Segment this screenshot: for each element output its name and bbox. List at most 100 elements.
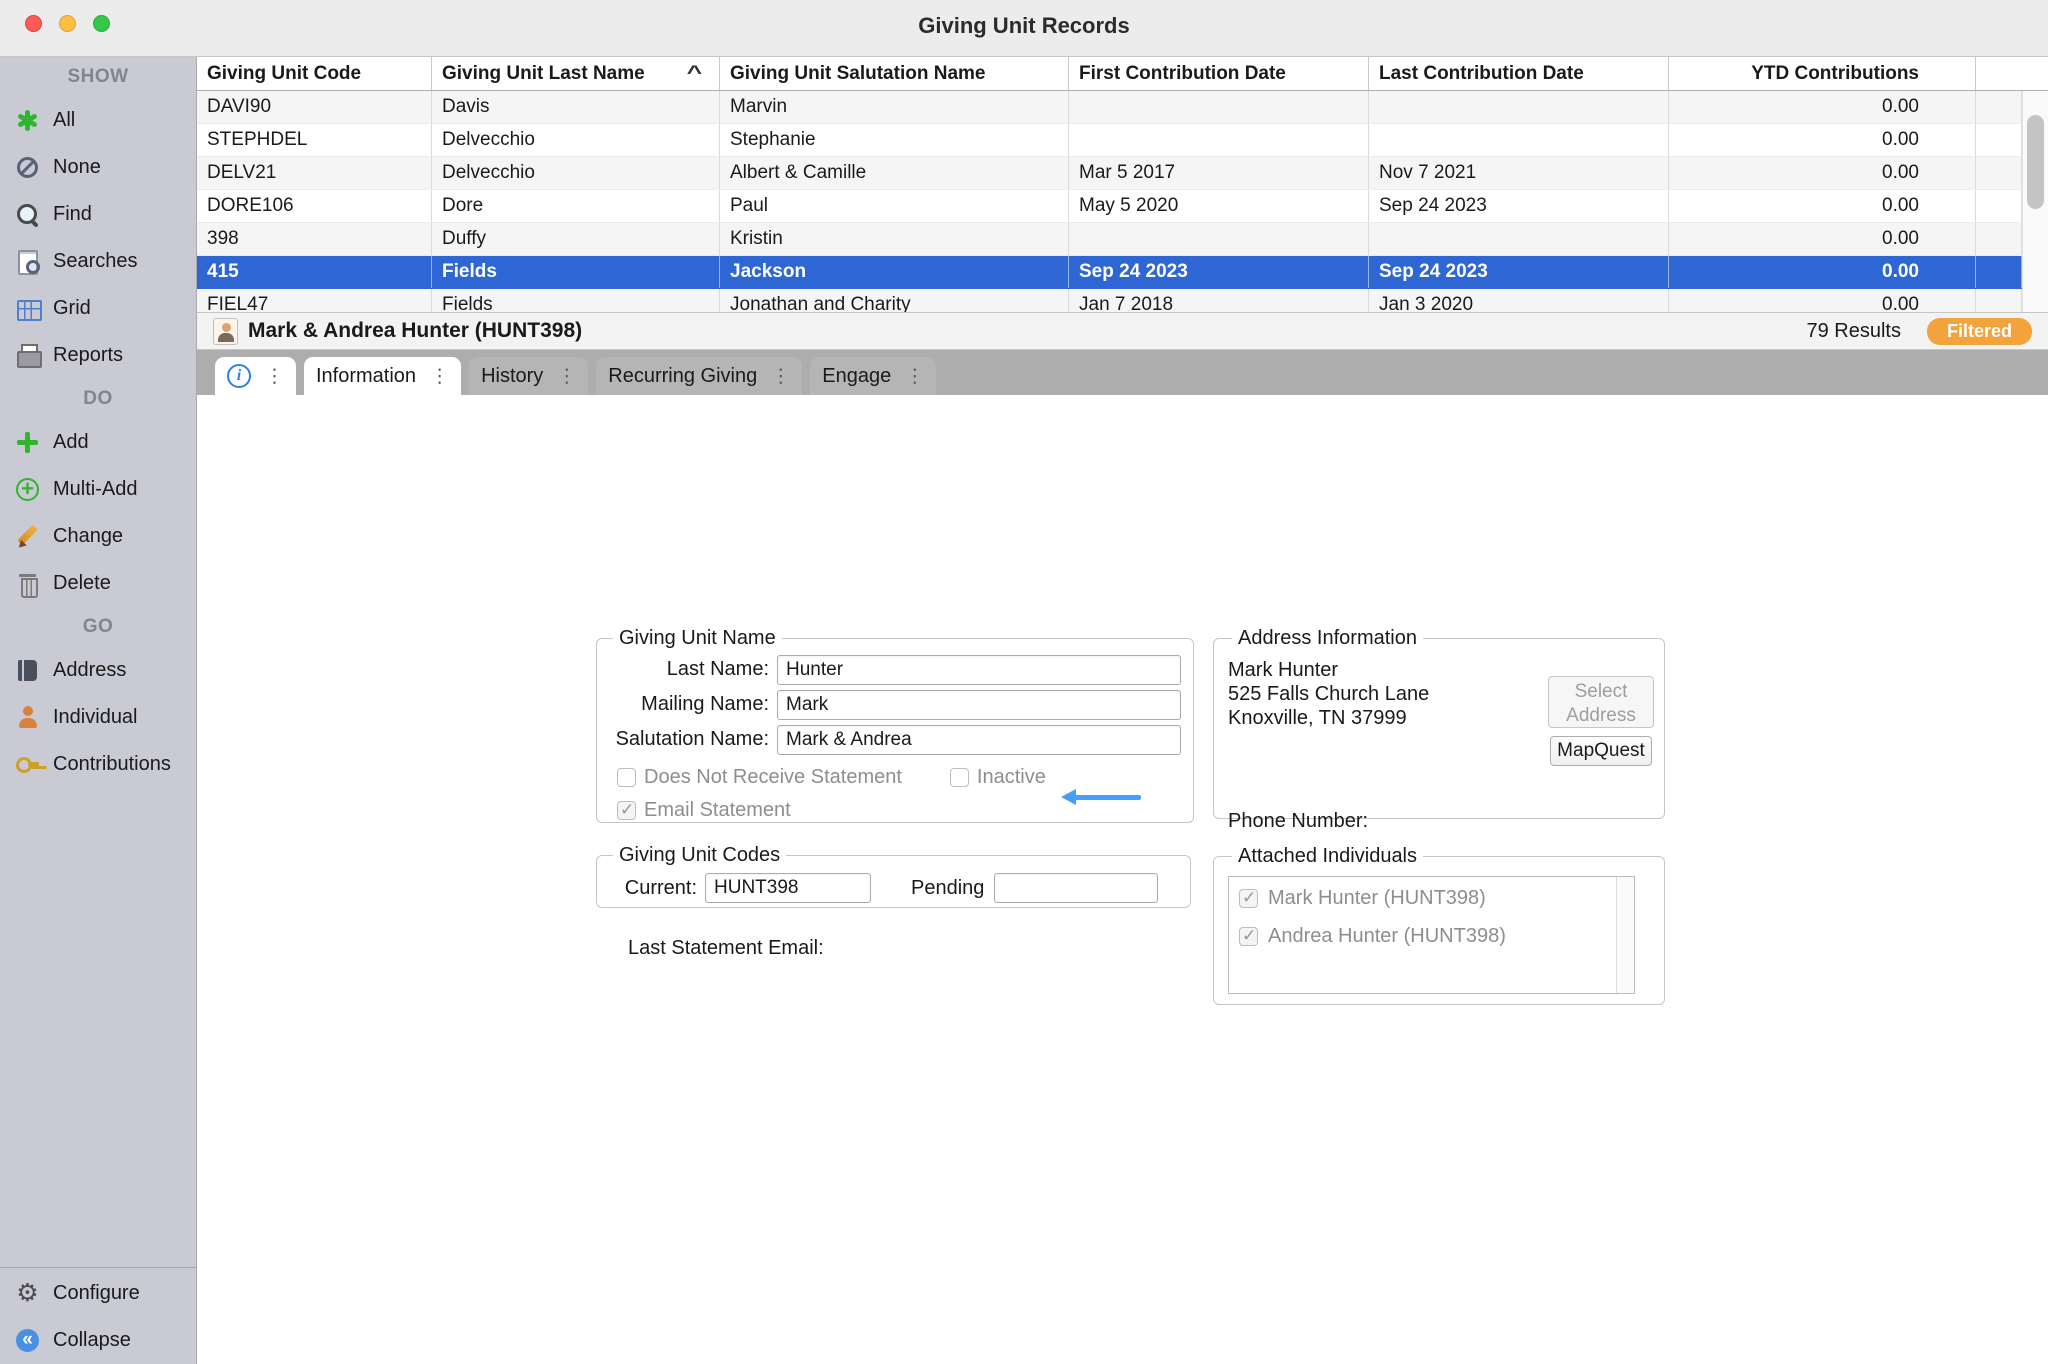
sidebar-item-label: Find bbox=[53, 203, 92, 226]
cell-filler bbox=[1976, 223, 2022, 255]
table-row[interactable]: STEPHDEL Delvecchio Stephanie 0.00 bbox=[197, 124, 2022, 157]
address-book-icon bbox=[15, 658, 40, 683]
sidebar-item-configure[interactable]: Configure bbox=[0, 1270, 196, 1317]
column-label: First Contribution Date bbox=[1079, 63, 1286, 85]
table-row[interactable]: FIEL47 Fields Jonathan and Charity Jan 7… bbox=[197, 289, 2022, 312]
sidebar-item-label: Multi-Add bbox=[53, 478, 137, 501]
column-header-giving-unit-last-name[interactable]: Giving Unit Last Name^ bbox=[432, 57, 720, 90]
inactive-annotation-arrow-icon bbox=[1061, 789, 1141, 805]
group-legend: Address Information bbox=[1232, 627, 1423, 650]
table-row[interactable]: DAVI90 Davis Marvin 0.00 bbox=[197, 91, 2022, 124]
sidebar-item-collapse[interactable]: Collapse bbox=[0, 1317, 196, 1364]
sidebar-item-find[interactable]: Find bbox=[0, 191, 196, 238]
tab-information[interactable]: Information bbox=[304, 357, 461, 395]
sidebar-item-searches[interactable]: Searches bbox=[0, 238, 196, 285]
pencil-icon bbox=[15, 524, 40, 549]
sidebar-item-individual[interactable]: Individual bbox=[0, 694, 196, 741]
sidebar-item-label: Individual bbox=[53, 706, 138, 729]
last-name-field[interactable] bbox=[777, 655, 1181, 685]
sidebar-item-multi-add[interactable]: Multi-Add bbox=[0, 466, 196, 513]
salutation-name-field[interactable] bbox=[777, 725, 1181, 755]
tab-recurring-giving[interactable]: Recurring Giving bbox=[596, 357, 802, 395]
tab-engage[interactable]: Engage bbox=[810, 357, 936, 395]
column-header-giving-unit-salutation-name[interactable]: Giving Unit Salutation Name bbox=[720, 57, 1069, 90]
cell-last-date: Nov 7 2021 bbox=[1369, 157, 1669, 189]
collapse-icon bbox=[15, 1328, 40, 1353]
sidebar-item-delete[interactable]: Delete bbox=[0, 560, 196, 607]
table-row[interactable]: DORE106 Dore Paul May 5 2020 Sep 24 2023… bbox=[197, 190, 2022, 223]
sidebar-item-none[interactable]: None bbox=[0, 144, 196, 191]
search-document-icon bbox=[15, 249, 40, 274]
list-scrollbar[interactable] bbox=[1616, 877, 1634, 993]
mapquest-button[interactable]: MapQuest bbox=[1550, 736, 1652, 766]
table-scrollbar[interactable] bbox=[2022, 91, 2048, 312]
table-row-selected[interactable]: 415 Fields Jackson Sep 24 2023 Sep 24 20… bbox=[197, 256, 2022, 289]
cell-code: DORE106 bbox=[197, 190, 432, 222]
table-row[interactable]: DELV21 Delvecchio Albert & Camille Mar 5… bbox=[197, 157, 2022, 190]
column-header-first-contribution-date[interactable]: First Contribution Date bbox=[1069, 57, 1369, 90]
information-tab-content: Giving Unit Name Last Name: Mailing Name… bbox=[197, 395, 2048, 1364]
attached-individual-checkbox[interactable] bbox=[1239, 889, 1258, 908]
tab-history[interactable]: History bbox=[469, 357, 588, 395]
column-header-last-contribution-date[interactable]: Last Contribution Date bbox=[1369, 57, 1669, 90]
person-icon bbox=[15, 705, 40, 730]
tab-gripper-icon[interactable] bbox=[430, 365, 449, 388]
scrollbar-thumb[interactable] bbox=[2027, 115, 2044, 209]
tab-gripper-icon[interactable] bbox=[557, 365, 576, 388]
attached-individuals-list: Mark Hunter (HUNT398) Andrea Hunter (HUN… bbox=[1228, 876, 1635, 994]
does-not-receive-statement-label: Does Not Receive Statement bbox=[644, 766, 902, 789]
filtered-badge[interactable]: Filtered bbox=[1927, 318, 2032, 345]
column-label: YTD Contributions bbox=[1751, 63, 1919, 85]
sidebar-item-label: Collapse bbox=[53, 1329, 131, 1352]
slash-circle-icon bbox=[15, 155, 40, 180]
table-row[interactable]: 398 Duffy Kristin 0.00 bbox=[197, 223, 2022, 256]
mailing-name-field[interactable] bbox=[777, 690, 1181, 720]
cell-ytd: 0.00 bbox=[1669, 91, 1976, 123]
list-item[interactable]: Mark Hunter (HUNT398) bbox=[1239, 885, 1624, 911]
tab-summary-info[interactable] bbox=[215, 357, 296, 395]
sidebar-section-show: SHOW bbox=[0, 57, 196, 97]
attached-individual-checkbox[interactable] bbox=[1239, 927, 1258, 946]
tab-gripper-icon[interactable] bbox=[771, 365, 790, 388]
column-header-ytd-contributions[interactable]: YTD Contributions bbox=[1669, 57, 1976, 90]
sidebar-item-address[interactable]: Address bbox=[0, 647, 196, 694]
current-code-label: Current: bbox=[609, 877, 697, 900]
sidebar-item-label: Contributions bbox=[53, 753, 171, 776]
trash-icon bbox=[15, 571, 40, 596]
list-item[interactable]: Andrea Hunter (HUNT398) bbox=[1239, 923, 1624, 949]
email-statement-checkbox[interactable] bbox=[617, 801, 636, 820]
pending-code-label: Pending bbox=[911, 877, 984, 900]
does-not-receive-statement-checkbox[interactable] bbox=[617, 768, 636, 787]
sidebar-item-contributions[interactable]: Contributions bbox=[0, 741, 196, 788]
inactive-checkbox[interactable] bbox=[950, 768, 969, 787]
tab-gripper-icon[interactable] bbox=[905, 365, 924, 388]
sidebar-item-grid[interactable]: Grid bbox=[0, 285, 196, 332]
attached-individuals-group: Attached Individuals Mark Hunter (HUNT39… bbox=[1213, 845, 1665, 1005]
current-code-field[interactable] bbox=[705, 873, 871, 903]
sidebar-item-label: None bbox=[53, 156, 101, 179]
cell-last-name: Dore bbox=[432, 190, 720, 222]
pending-code-field[interactable] bbox=[994, 873, 1158, 903]
tab-gripper-icon[interactable] bbox=[265, 365, 284, 388]
phone-number-label: Phone Number: bbox=[1228, 810, 1368, 833]
sidebar-item-add[interactable]: Add bbox=[0, 419, 196, 466]
sidebar-item-change[interactable]: Change bbox=[0, 513, 196, 560]
column-label: Giving Unit Code bbox=[207, 63, 361, 85]
group-legend: Giving Unit Codes bbox=[613, 844, 786, 867]
record-title: Mark & Andrea Hunter (HUNT398) bbox=[248, 319, 582, 343]
select-address-button[interactable]: Select Address bbox=[1548, 676, 1654, 728]
column-label: Giving Unit Last Name bbox=[442, 63, 645, 85]
sidebar-item-label: All bbox=[53, 109, 75, 132]
sidebar-item-reports[interactable]: Reports bbox=[0, 332, 196, 379]
gear-icon bbox=[15, 1281, 40, 1306]
sidebar-item-all[interactable]: All bbox=[0, 97, 196, 144]
sidebar-item-label: Add bbox=[53, 431, 89, 454]
cell-salutation: Kristin bbox=[720, 223, 1069, 255]
column-header-giving-unit-code[interactable]: Giving Unit Code bbox=[197, 57, 432, 90]
cell-first-date: Jan 7 2018 bbox=[1069, 289, 1369, 312]
printer-icon bbox=[15, 343, 40, 368]
sort-ascending-icon: ^ bbox=[686, 63, 724, 85]
cell-ytd: 0.00 bbox=[1669, 190, 1976, 222]
attached-individual-label: Mark Hunter (HUNT398) bbox=[1268, 887, 1486, 910]
cell-last-date: Sep 24 2023 bbox=[1369, 190, 1669, 222]
